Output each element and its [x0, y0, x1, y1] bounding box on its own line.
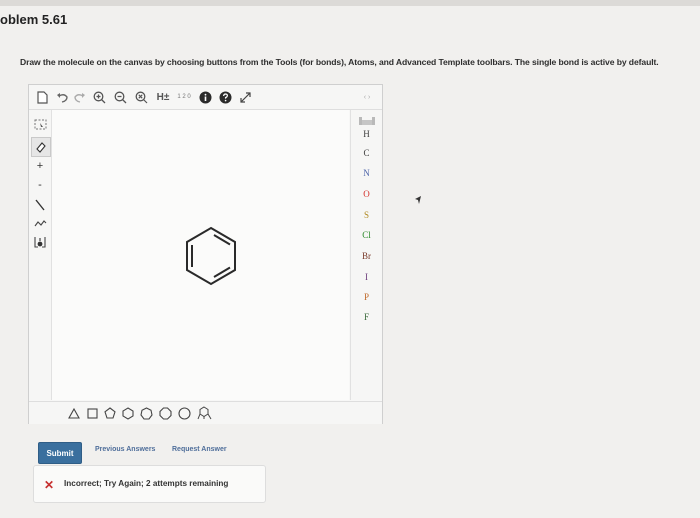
- numbering-label: 1 2 0: [177, 94, 191, 100]
- zoom-fit-icon[interactable]: [134, 88, 148, 106]
- molecule-editor: H± 1 2 0 ‹ › + - H C N O S Cl Br I P F: [28, 84, 383, 424]
- atoms-toolbar: H C N O S Cl Br I P F: [350, 110, 382, 400]
- mouse-pointer-icon: [412, 193, 424, 211]
- drawing-canvas[interactable]: [52, 110, 349, 400]
- problem-title: oblem 5.61: [0, 12, 68, 27]
- chain-icon[interactable]: [32, 214, 48, 230]
- atom-s-button[interactable]: S: [351, 210, 382, 220]
- eraser-icon[interactable]: [31, 137, 51, 157]
- atom-cl-button[interactable]: Cl: [351, 230, 382, 240]
- atom-f-button[interactable]: F: [351, 312, 382, 322]
- atom-i-button[interactable]: I: [351, 272, 382, 282]
- redo-icon[interactable]: [72, 88, 86, 106]
- square-ring-icon[interactable]: [85, 405, 99, 421]
- charge-plus-icon[interactable]: +: [32, 158, 48, 174]
- submit-button[interactable]: Submit: [38, 442, 82, 464]
- top-toolbar: H± 1 2 0 ‹ ›: [29, 85, 382, 110]
- atom-p-button[interactable]: P: [351, 292, 382, 302]
- benzene-ring[interactable]: [52, 110, 349, 400]
- atom-n-button[interactable]: N: [351, 168, 382, 178]
- benzene-chair-icon[interactable]: [196, 405, 212, 421]
- heptagon-ring-icon[interactable]: [139, 405, 153, 421]
- instructions-text: Draw the molecule on the canvas by choos…: [20, 57, 659, 67]
- fullscreen-icon[interactable]: [238, 88, 252, 106]
- atom-br-button[interactable]: Br: [351, 251, 382, 261]
- atom-h-button[interactable]: H: [351, 129, 382, 139]
- new-document-icon[interactable]: [35, 88, 49, 106]
- tools-toolbar: + -: [29, 110, 52, 400]
- zoom-in-icon[interactable]: [92, 88, 106, 106]
- atom-c-button[interactable]: C: [351, 148, 382, 158]
- top-band: [0, 0, 700, 6]
- select-icon[interactable]: [32, 116, 48, 132]
- periodic-table-icon[interactable]: [359, 112, 375, 130]
- zoom-out-icon[interactable]: [113, 88, 127, 106]
- template-icon[interactable]: [32, 234, 48, 250]
- triangle-ring-icon[interactable]: [67, 405, 81, 421]
- feedback-message: Incorrect; Try Again; 2 attempts remaini…: [64, 479, 229, 488]
- request-answer-link[interactable]: Request Answer: [172, 446, 227, 453]
- feedback-box: ✕ Incorrect; Try Again; 2 attempts remai…: [33, 465, 266, 503]
- hydrogen-toggle-icon[interactable]: H±: [154, 88, 172, 106]
- single-bond-icon[interactable]: [32, 197, 48, 213]
- hexagon-ring-icon[interactable]: [121, 405, 135, 421]
- atom-o-button[interactable]: O: [351, 189, 382, 199]
- x-icon: ✕: [44, 478, 55, 492]
- template-toolbar: [29, 401, 382, 424]
- help-icon[interactable]: [218, 88, 232, 106]
- previous-answers-link[interactable]: Previous Answers: [95, 446, 155, 453]
- charge-minus-icon[interactable]: -: [32, 177, 48, 193]
- undo-icon[interactable]: [55, 88, 69, 106]
- info-icon[interactable]: [198, 88, 212, 106]
- octagon-ring-icon[interactable]: [158, 405, 172, 421]
- octagon-ring-alt-icon[interactable]: [177, 405, 191, 421]
- numbering-icon[interactable]: 1 2 0: [176, 88, 192, 106]
- pentagon-ring-icon[interactable]: [103, 405, 117, 421]
- expand-toolbar-icon[interactable]: ‹ ›: [359, 88, 375, 106]
